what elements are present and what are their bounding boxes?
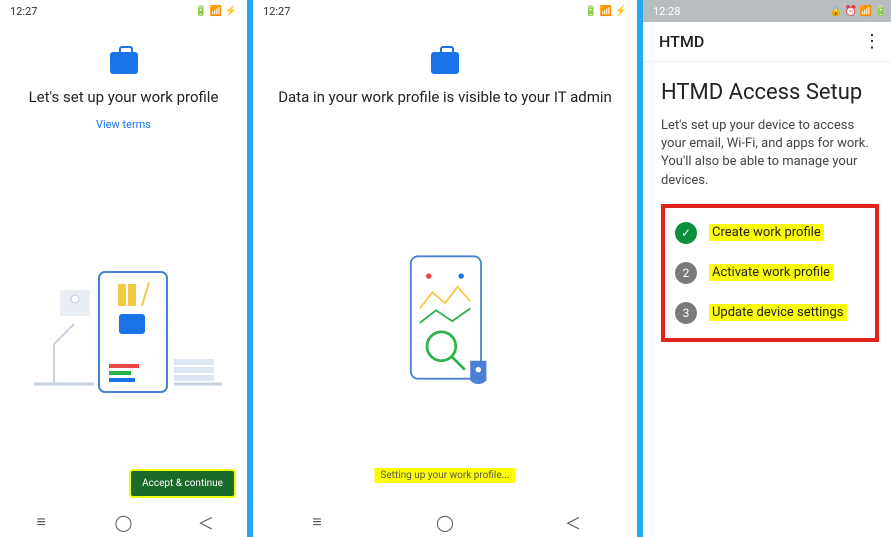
step-label: Activate work profile: [709, 264, 833, 281]
status-bar: 12:27 🔋 📶 ⚡: [253, 0, 637, 22]
android-setup-screen-2: 12:27 🔋 📶 ⚡ Data in your work profile is…: [253, 0, 637, 537]
clock: 12:27: [10, 5, 37, 18]
home-button[interactable]: ◯: [113, 513, 133, 532]
overflow-menu-icon[interactable]: ⋮: [863, 31, 881, 52]
status-bar: 12:28 🔒 ⏰ 📶 🔋: [643, 0, 891, 22]
page-subtitle: Let's set up your device to access your …: [661, 117, 879, 190]
step-update-device-settings[interactable]: 3 Update device settings: [675, 302, 865, 324]
status-bar: 12:27 🔋 📶 ⚡: [0, 0, 247, 22]
clock: 12:27: [263, 5, 290, 18]
htmd-access-setup-screen: 12:28 🔒 ⏰ 📶 🔋 HTMD ⋮ HTMD Access Setup L…: [643, 0, 891, 537]
back-button[interactable]: ＜: [563, 510, 583, 534]
step-label: Create work profile: [709, 224, 824, 241]
recent-apps-button[interactable]: ≡: [307, 512, 327, 532]
step-number-icon: 2: [675, 262, 697, 284]
app-top-bar: HTMD ⋮: [643, 22, 891, 62]
android-nav-bar: ≡ ◯ ＜: [253, 507, 637, 537]
setup-title: Let's set up your work profile: [29, 88, 219, 108]
back-button[interactable]: ＜: [196, 510, 216, 534]
page-heading: HTMD Access Setup: [661, 80, 879, 105]
briefcase-icon: [431, 52, 459, 74]
app-title: HTMD: [659, 32, 704, 51]
setup-steps-box: ✓ Create work profile 2 Activate work pr…: [661, 204, 879, 342]
accept-continue-button[interactable]: Accept & continue: [130, 470, 235, 497]
home-button[interactable]: ◯: [435, 513, 455, 532]
status-icons: 🔋 📶 ⚡: [195, 6, 237, 17]
status-icons: 🔋 📶 ⚡: [585, 6, 627, 17]
progress-text: Setting up your work profile...: [374, 468, 515, 483]
step-activate-work-profile[interactable]: 2 Activate work profile: [675, 262, 865, 284]
step-create-work-profile[interactable]: ✓ Create work profile: [675, 222, 865, 244]
briefcase-icon: [110, 52, 138, 74]
status-icons: 🔒 ⏰ 📶 🔋: [830, 6, 887, 17]
setup-title: Data in your work profile is visible to …: [278, 88, 612, 108]
step-label: Update device settings: [709, 304, 847, 321]
recent-apps-button[interactable]: ≡: [31, 512, 51, 532]
step-number-icon: 3: [675, 302, 697, 324]
step-status-done-icon: ✓: [675, 222, 697, 244]
android-nav-bar: ≡ ◯ ＜: [0, 507, 247, 537]
clock: 12:28: [653, 5, 680, 18]
view-terms-link[interactable]: View terms: [96, 118, 151, 131]
android-setup-screen-1: 12:27 🔋 📶 ⚡ Let's set up your work profi…: [0, 0, 247, 537]
